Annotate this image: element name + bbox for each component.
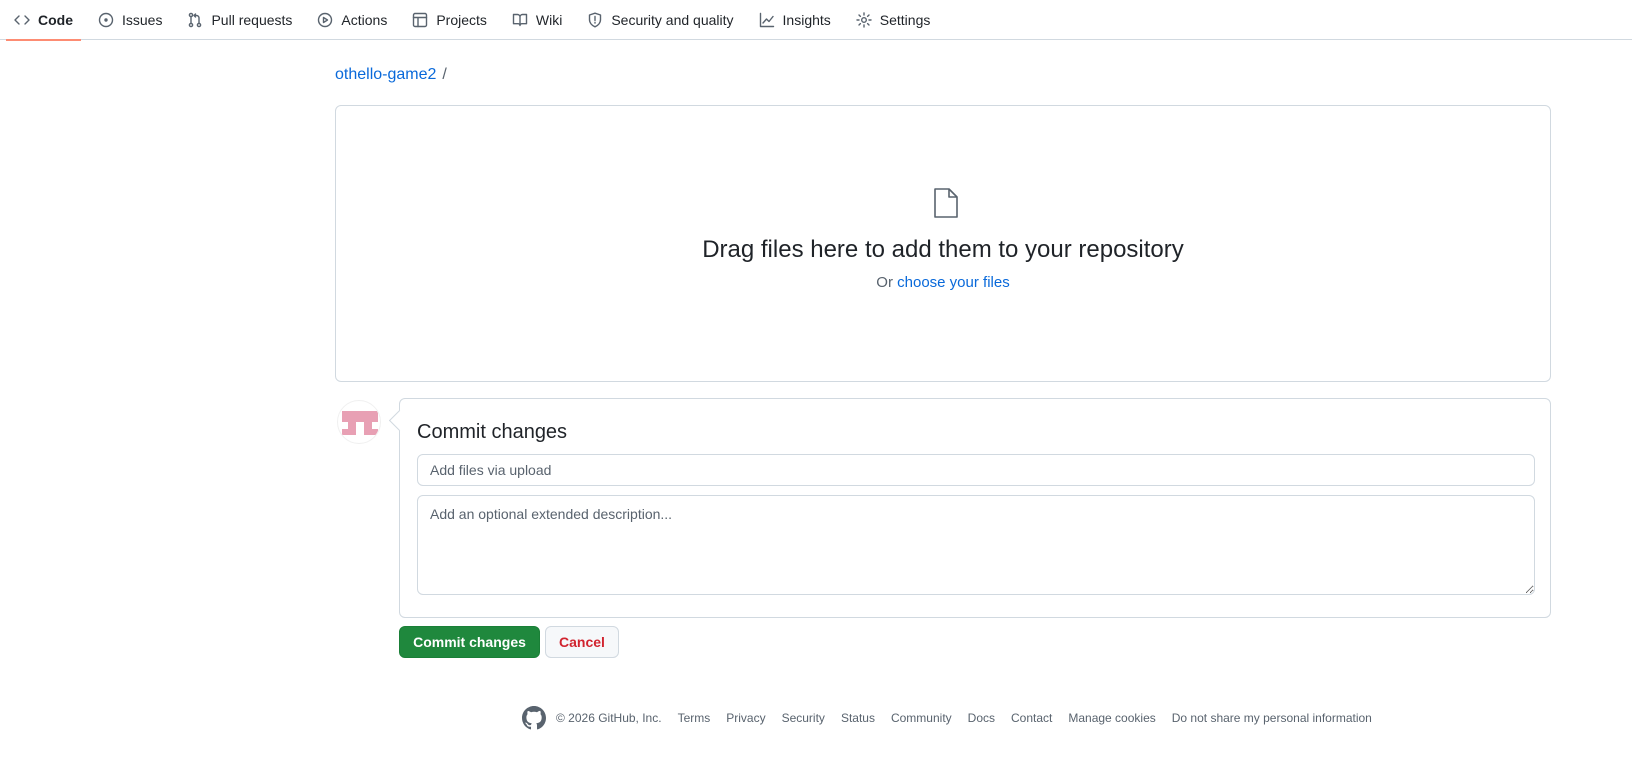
- file-icon: [932, 187, 960, 219]
- footer-link-privacy[interactable]: Privacy: [726, 711, 765, 725]
- graph-icon: [759, 12, 774, 27]
- tab-label: Issues: [122, 11, 163, 28]
- tab-insights[interactable]: Insights: [751, 0, 839, 40]
- avatar: [337, 400, 381, 444]
- footer-link-terms[interactable]: Terms: [678, 711, 711, 725]
- dropzone-or: Or choose your files: [336, 274, 1550, 291]
- tab-actions[interactable]: Actions: [309, 0, 395, 40]
- tab-label: Actions: [341, 11, 388, 28]
- breadcrumb-repo-link[interactable]: othello-game2: [335, 66, 436, 84]
- tab-label: Projects: [436, 11, 487, 28]
- dropzone-title: Drag files here to add them to your repo…: [702, 236, 1184, 263]
- tab-label: Code: [38, 11, 73, 28]
- issue-opened-icon: [98, 12, 114, 27]
- dropzone-or-text: Or: [876, 274, 893, 291]
- cancel-button[interactable]: Cancel: [545, 626, 619, 658]
- play-icon: [318, 12, 333, 27]
- tab-label: Settings: [879, 11, 931, 28]
- tab-code[interactable]: Code: [6, 0, 81, 41]
- repo-nav: Code Issues Pull requests Actions Projec…: [0, 0, 1632, 41]
- footer-link-contact[interactable]: Contact: [1011, 711, 1052, 725]
- commit-changes-button[interactable]: Commit changes: [399, 626, 540, 658]
- footer-copyright: © 2026 GitHub, Inc.: [556, 711, 662, 725]
- commit-heading: Commit changes: [417, 421, 568, 443]
- tab-label: Wiki: [535, 11, 563, 28]
- file-dropzone[interactable]: Drag files here to add them to your repo…: [335, 105, 1551, 382]
- tab-wiki[interactable]: Wiki: [504, 0, 570, 40]
- shield-icon: [589, 12, 602, 27]
- gear-icon: [856, 11, 872, 28]
- code-icon: [14, 14, 30, 25]
- tab-label: Pull requests: [211, 11, 293, 28]
- github-logo-icon[interactable]: [522, 706, 546, 730]
- footer: © 2026 GitHub, Inc. Terms Privacy Securi…: [522, 706, 1388, 730]
- commit-box: Commit changes: [399, 398, 1551, 618]
- tab-projects[interactable]: Projects: [404, 0, 495, 40]
- tab-security[interactable]: Security and quality: [579, 0, 741, 40]
- commit-description-input[interactable]: [417, 495, 1535, 595]
- table-icon: [413, 12, 428, 27]
- breadcrumb: othello-game2 /: [335, 66, 447, 84]
- footer-link-community[interactable]: Community: [891, 711, 952, 725]
- tab-label: Insights: [782, 11, 831, 28]
- footer-link-security[interactable]: Security: [782, 711, 825, 725]
- tab-issues[interactable]: Issues: [90, 0, 170, 40]
- footer-link-do-not-share[interactable]: Do not share my personal information: [1172, 711, 1372, 725]
- breadcrumb-separator: /: [442, 66, 447, 83]
- book-icon: [512, 13, 528, 26]
- footer-link-docs[interactable]: Docs: [968, 711, 995, 725]
- choose-files-link[interactable]: choose your files: [897, 274, 1010, 291]
- tab-pull-requests[interactable]: Pull requests: [179, 0, 300, 40]
- footer-link-manage-cookies[interactable]: Manage cookies: [1068, 711, 1155, 725]
- tab-label: Security and quality: [611, 11, 734, 28]
- tab-settings[interactable]: Settings: [848, 0, 939, 40]
- footer-link-status[interactable]: Status: [841, 711, 875, 725]
- git-pull-request-icon: [189, 12, 202, 27]
- commit-summary-input[interactable]: [417, 454, 1535, 486]
